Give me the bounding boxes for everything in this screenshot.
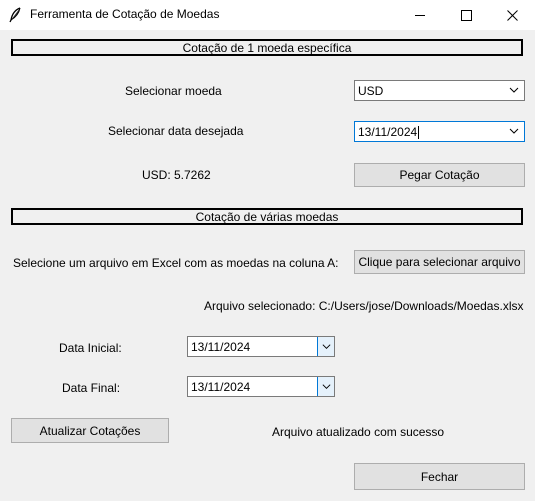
update-quotes-button[interactable]: Atualizar Cotações bbox=[11, 418, 169, 443]
maximize-icon bbox=[460, 9, 472, 21]
currency-select[interactable]: USD bbox=[354, 80, 525, 101]
status-text: Arquivo atualizado com sucesso bbox=[272, 425, 445, 439]
date-select[interactable]: 13/11/2024 bbox=[354, 121, 525, 142]
end-date-label: Data Final: bbox=[62, 381, 121, 395]
close-button[interactable]: Fechar bbox=[354, 463, 525, 490]
single-currency-section-title: Cotação de 1 moeda específica bbox=[11, 39, 523, 56]
minimize-icon bbox=[414, 14, 425, 16]
feather-icon bbox=[9, 7, 21, 23]
multi-currency-section-title: Cotação de várias moedas bbox=[11, 208, 523, 225]
end-date-picker[interactable]: 13/11/2024 bbox=[187, 376, 335, 397]
start-date-label: Data Inicial: bbox=[59, 341, 122, 355]
start-date-picker[interactable]: 13/11/2024 bbox=[187, 336, 335, 357]
maximize-button[interactable] bbox=[443, 0, 489, 30]
quote-result: USD: 5.7262 bbox=[142, 168, 211, 182]
text-caret bbox=[418, 126, 420, 140]
close-window-button[interactable] bbox=[489, 0, 535, 30]
file-prompt: Selecione um arquivo em Excel com as moe… bbox=[13, 256, 339, 270]
chevron-down-icon bbox=[322, 344, 330, 349]
chevron-down-icon bbox=[322, 384, 330, 389]
start-date-dropdown-button[interactable] bbox=[317, 337, 334, 356]
end-date-value: 13/11/2024 bbox=[191, 380, 251, 394]
select-file-button[interactable]: Clique para selecionar arquivo bbox=[354, 250, 525, 274]
chevron-down-icon bbox=[509, 128, 519, 134]
window-title: Ferramenta de Cotação de Moedas bbox=[30, 7, 220, 21]
start-date-value: 13/11/2024 bbox=[191, 340, 251, 354]
minimize-button[interactable] bbox=[397, 0, 443, 30]
currency-label: Selecionar moeda bbox=[125, 84, 222, 98]
close-icon bbox=[506, 9, 518, 21]
selected-file-text: Arquivo selecionado: C:/Users/jose/Downl… bbox=[204, 299, 524, 313]
date-label: Selecionar data desejada bbox=[108, 124, 244, 138]
get-quote-button[interactable]: Pegar Cotação bbox=[354, 163, 525, 187]
date-value: 13/11/2024 bbox=[358, 125, 418, 139]
end-date-dropdown-button[interactable] bbox=[317, 377, 334, 396]
currency-value: USD bbox=[358, 84, 384, 98]
chevron-down-icon bbox=[509, 87, 519, 93]
title-bar[interactable]: Ferramenta de Cotação de Moedas bbox=[0, 0, 535, 30]
